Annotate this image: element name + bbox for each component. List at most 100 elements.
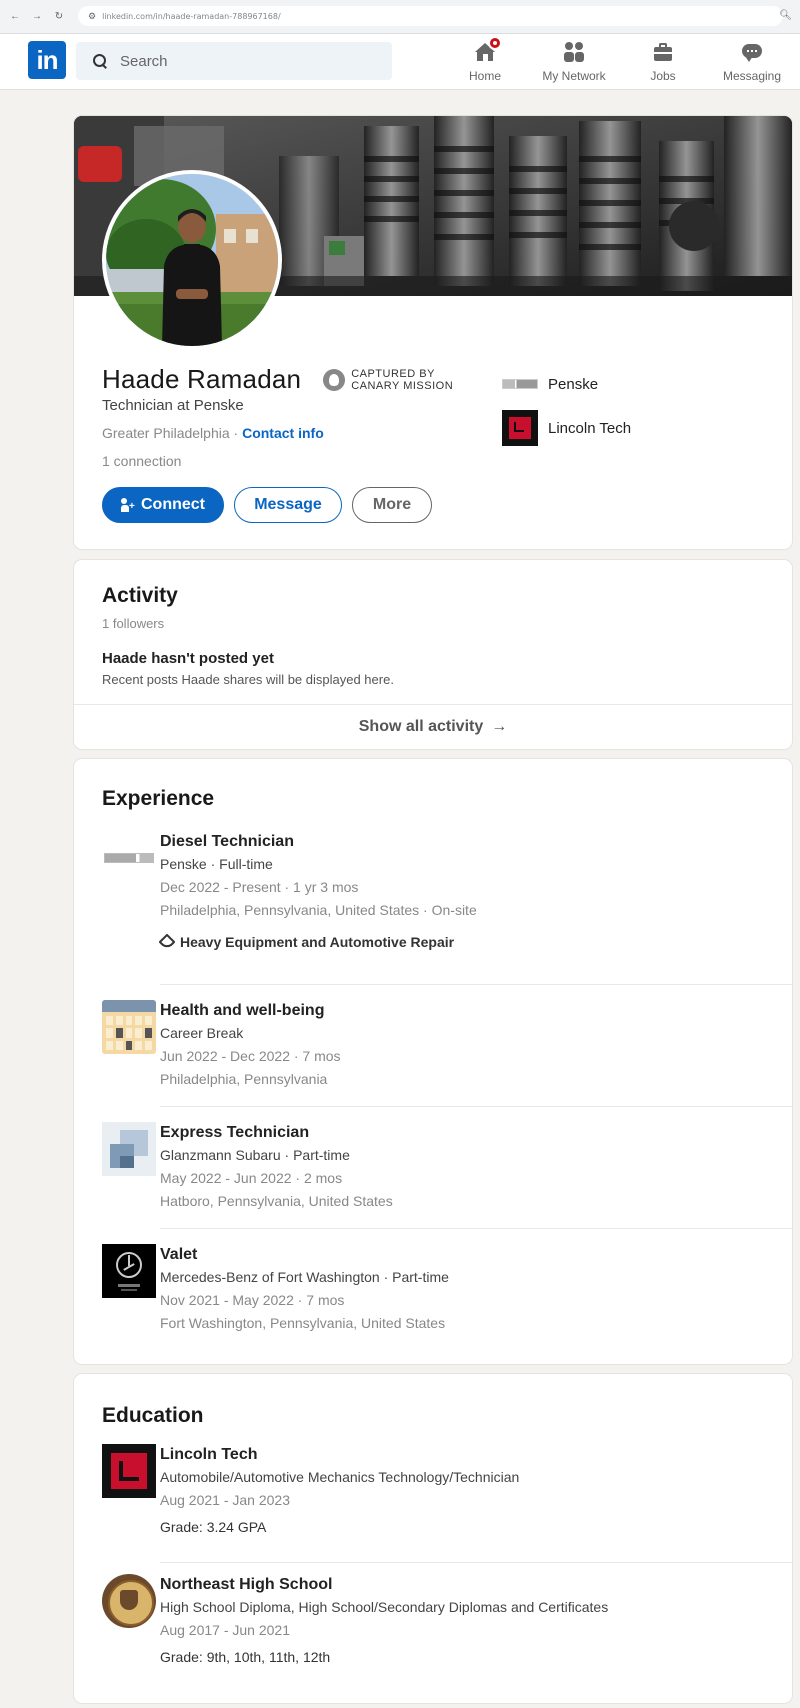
nav-label-my-network: My Network [542, 69, 606, 83]
job-location: Philadelphia, Pennsylvania, United State… [160, 902, 477, 918]
notification-badge [488, 36, 502, 50]
company-name: Penske [548, 375, 599, 393]
skill-label: Heavy Equipment and Automotive Repair [180, 934, 455, 950]
job-title: Express Technician [160, 1124, 310, 1141]
show-all-activity-button[interactable]: Show all activity → [74, 704, 792, 749]
job-skill: Heavy Equipment and Automotive Repair [160, 934, 760, 950]
search-input[interactable] [120, 52, 360, 70]
experience-details: Express Technician Glanzmann Subaru · Pa… [160, 1122, 760, 1213]
canary-mission-badge: CAPTURED BY CANARY MISSION [323, 368, 453, 392]
global-nav: in Home My Network Jobs Messaging [0, 34, 800, 90]
nav-item-jobs[interactable]: Jobs [618, 38, 708, 88]
more-button[interactable]: More [352, 487, 432, 523]
experience-item[interactable]: Express Technician Glanzmann Subaru · Pa… [102, 1122, 762, 1209]
penske-logo-icon [102, 831, 156, 885]
education-dates: Aug 2017 - Jun 2021 [160, 1622, 290, 1638]
lincoln-tech-logo-icon [502, 410, 538, 446]
divider [160, 1228, 792, 1229]
education-lincoln-tech[interactable]: Lincoln Tech [502, 410, 631, 446]
canary-badge-line1: CAPTURED BY [351, 367, 435, 380]
network-icon [562, 40, 586, 64]
connections-count[interactable]: 1 connection [102, 453, 181, 469]
skill-diamond-icon [160, 936, 172, 948]
job-company: Penske · Full-time [160, 856, 273, 872]
education-details: Lincoln Tech Automobile/Automotive Mecha… [160, 1444, 760, 1538]
browser-toolbar: ← → ↻ ⚙ linkedin.com/in/haade-ramadan-78… [0, 0, 800, 34]
education-dates: Aug 2021 - Jan 2023 [160, 1492, 290, 1508]
degree: Automobile/Automotive Mechanics Technolo… [160, 1469, 520, 1485]
grade: Grade: 3.24 GPA [160, 1519, 267, 1535]
job-dates: Nov 2021 - May 2022 · 7 mos [160, 1292, 345, 1308]
jobs-icon [651, 40, 675, 64]
profile-location-row: Greater Philadelphia · Contact info [102, 425, 324, 441]
job-dates: Jun 2022 - Dec 2022 · 7 mos [160, 1048, 341, 1064]
job-dates: Dec 2022 - Present · 1 yr 3 mos [160, 879, 359, 895]
location-separator: · [229, 425, 243, 441]
home-icon [473, 36, 502, 64]
nav-label-jobs: Jobs [650, 69, 676, 83]
profile-card: Haade Ramadan CAPTURED BY CANARY MISSION… [74, 116, 792, 549]
education-title: Education [102, 1404, 204, 1427]
job-company: Career Break [160, 1025, 244, 1041]
contact-info-link[interactable]: Contact info [242, 425, 324, 441]
search-box[interactable] [76, 42, 392, 80]
nav-item-messaging[interactable]: Messaging [707, 38, 797, 88]
show-all-label: Show all activity [358, 718, 484, 735]
lincoln-tech-logo-icon [102, 1444, 156, 1498]
job-title: Health and well-being [160, 1002, 325, 1019]
job-location: Fort Washington, Pennsylvania, United St… [160, 1315, 446, 1331]
add-person-icon: + [121, 498, 135, 512]
job-location: Philadelphia, Pennsylvania [160, 1071, 328, 1087]
back-icon[interactable]: ← [8, 10, 22, 24]
profile-location: Greater Philadelphia [102, 425, 230, 441]
degree: High School Diploma, High School/Seconda… [160, 1599, 609, 1615]
profile-top-card-companies: Penske Lincoln Tech [502, 366, 631, 454]
nav-label-messaging: Messaging [722, 69, 782, 83]
nav-item-my-network[interactable]: My Network [529, 38, 619, 88]
calendar-icon [102, 1000, 156, 1054]
followers-count: 1 followers [102, 616, 165, 631]
nav-item-home[interactable]: Home [440, 36, 530, 88]
job-dates: May 2022 - Jun 2022 · 2 mos [160, 1170, 343, 1186]
experience-details: Valet Mercedes-Benz of Fort Washington ·… [160, 1244, 760, 1335]
experience-item[interactable]: Health and well-being Career Break Jun 2… [102, 1000, 762, 1087]
mercedes-benz-logo-icon [102, 1244, 156, 1298]
connect-button[interactable]: + Connect [102, 487, 224, 523]
no-posts-title: Haade hasn't posted yet [102, 650, 274, 667]
job-company: Mercedes-Benz of Fort Washington · Part-… [160, 1269, 449, 1285]
search-icon [92, 53, 108, 69]
linkedin-logo-text: in [36, 45, 58, 75]
job-company: Glanzmann Subaru · Part-time [160, 1147, 350, 1163]
profile-name-row: Haade Ramadan CAPTURED BY CANARY MISSION [102, 364, 453, 395]
url-text: linkedin.com/in/haade-ramadan-788967168/ [102, 11, 281, 21]
education-card: Education Lincoln Tech Automobile/Automo… [74, 1374, 792, 1703]
profile-actions: + Connect Message More [102, 487, 432, 523]
no-posts-subtitle: Recent posts Haade shares will be displa… [102, 672, 394, 687]
address-bar[interactable]: ⚙ linkedin.com/in/haade-ramadan-78896716… [78, 6, 783, 26]
linkedin-logo-icon[interactable]: in [28, 41, 66, 79]
canary-bird-icon [323, 368, 346, 391]
profile-photo[interactable] [102, 170, 282, 350]
grade: Grade: 9th, 10th, 11th, 12th [160, 1649, 331, 1665]
activity-card: Activity 1 followers Haade hasn't posted… [74, 560, 792, 749]
profile-headline: Technician at Penske [102, 397, 244, 414]
divider [160, 1106, 792, 1107]
school-name: Northeast High School [160, 1576, 333, 1593]
experience-details: Diesel Technician Penske · Full-time Dec… [160, 831, 760, 950]
reload-icon[interactable]: ↻ [52, 10, 66, 24]
canary-badge-line2: CANARY MISSION [351, 379, 454, 392]
experience-item[interactable]: Valet Mercedes-Benz of Fort Washington ·… [102, 1244, 762, 1331]
forward-icon[interactable]: → [30, 10, 44, 24]
message-button[interactable]: Message [234, 487, 342, 523]
education-item[interactable]: Northeast High School High School Diplom… [102, 1574, 762, 1665]
arrow-right-icon: → [491, 718, 508, 735]
site-info-icon[interactable]: ⚙ [88, 11, 96, 22]
current-company-penske[interactable]: Penske [502, 366, 631, 402]
job-title: Diesel Technician [160, 833, 294, 850]
nav-label-home: Home [468, 69, 501, 83]
messaging-icon [740, 40, 764, 64]
extension-icon[interactable]: 🔍︎ [779, 10, 792, 21]
education-item[interactable]: Lincoln Tech Automobile/Automotive Mecha… [102, 1444, 762, 1535]
penske-logo-icon [502, 379, 538, 389]
divider [160, 984, 792, 985]
